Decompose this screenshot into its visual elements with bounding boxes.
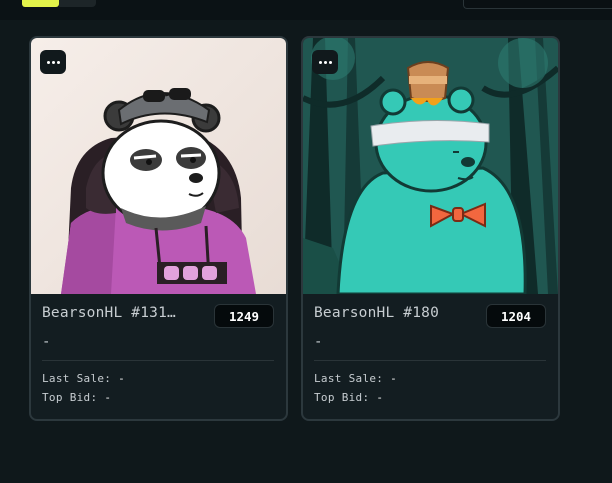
nft-card[interactable]: BearsonHL #180 1204 - Last Sale: - Top B… <box>301 36 560 421</box>
nft-card-info: BearsonHL #180 1204 - Last Sale: - Top B… <box>303 294 558 419</box>
last-sale-value: - <box>390 372 398 385</box>
price-badge: 1204 <box>486 304 546 328</box>
last-sale-row: Last Sale: - <box>42 372 125 385</box>
divider <box>42 360 274 361</box>
view-toggle-active[interactable] <box>22 0 59 7</box>
last-sale-label: Last Sale: <box>314 372 384 385</box>
nft-subtitle: - <box>314 334 323 350</box>
divider <box>314 360 546 361</box>
top-bid-row: Top Bid: - <box>314 391 383 404</box>
more-icon <box>318 60 322 64</box>
top-bid-value: - <box>376 391 384 404</box>
last-sale-row: Last Sale: - <box>314 372 397 385</box>
more-options-button[interactable] <box>40 50 66 74</box>
top-bid-row: Top Bid: - <box>42 391 111 404</box>
nft-name[interactable]: BearsonHL #131… <box>42 305 192 321</box>
nft-subtitle: - <box>42 334 51 350</box>
nft-name[interactable]: BearsonHL #180 <box>314 305 464 321</box>
nft-card[interactable]: BearsonHL #131… 1249 - Last Sale: - Top … <box>29 36 288 421</box>
teal-bear-bowtie-icon <box>303 38 558 294</box>
more-icon <box>46 60 50 64</box>
nft-image[interactable] <box>303 38 558 294</box>
nft-card-info: BearsonHL #131… 1249 - Last Sale: - Top … <box>31 294 286 419</box>
search-input[interactable] <box>463 0 612 9</box>
price-badge: 1249 <box>214 304 274 328</box>
view-toggle-inactive[interactable] <box>59 0 96 7</box>
last-sale-value: - <box>118 372 126 385</box>
top-bid-label: Top Bid: <box>314 391 370 404</box>
more-options-button[interactable] <box>312 50 338 74</box>
top-toolbar <box>0 0 612 20</box>
last-sale-label: Last Sale: <box>42 372 112 385</box>
top-bid-value: - <box>104 391 112 404</box>
top-bid-label: Top Bid: <box>42 391 98 404</box>
nft-image[interactable] <box>31 38 286 294</box>
panda-bear-hoodie-icon <box>31 38 286 294</box>
